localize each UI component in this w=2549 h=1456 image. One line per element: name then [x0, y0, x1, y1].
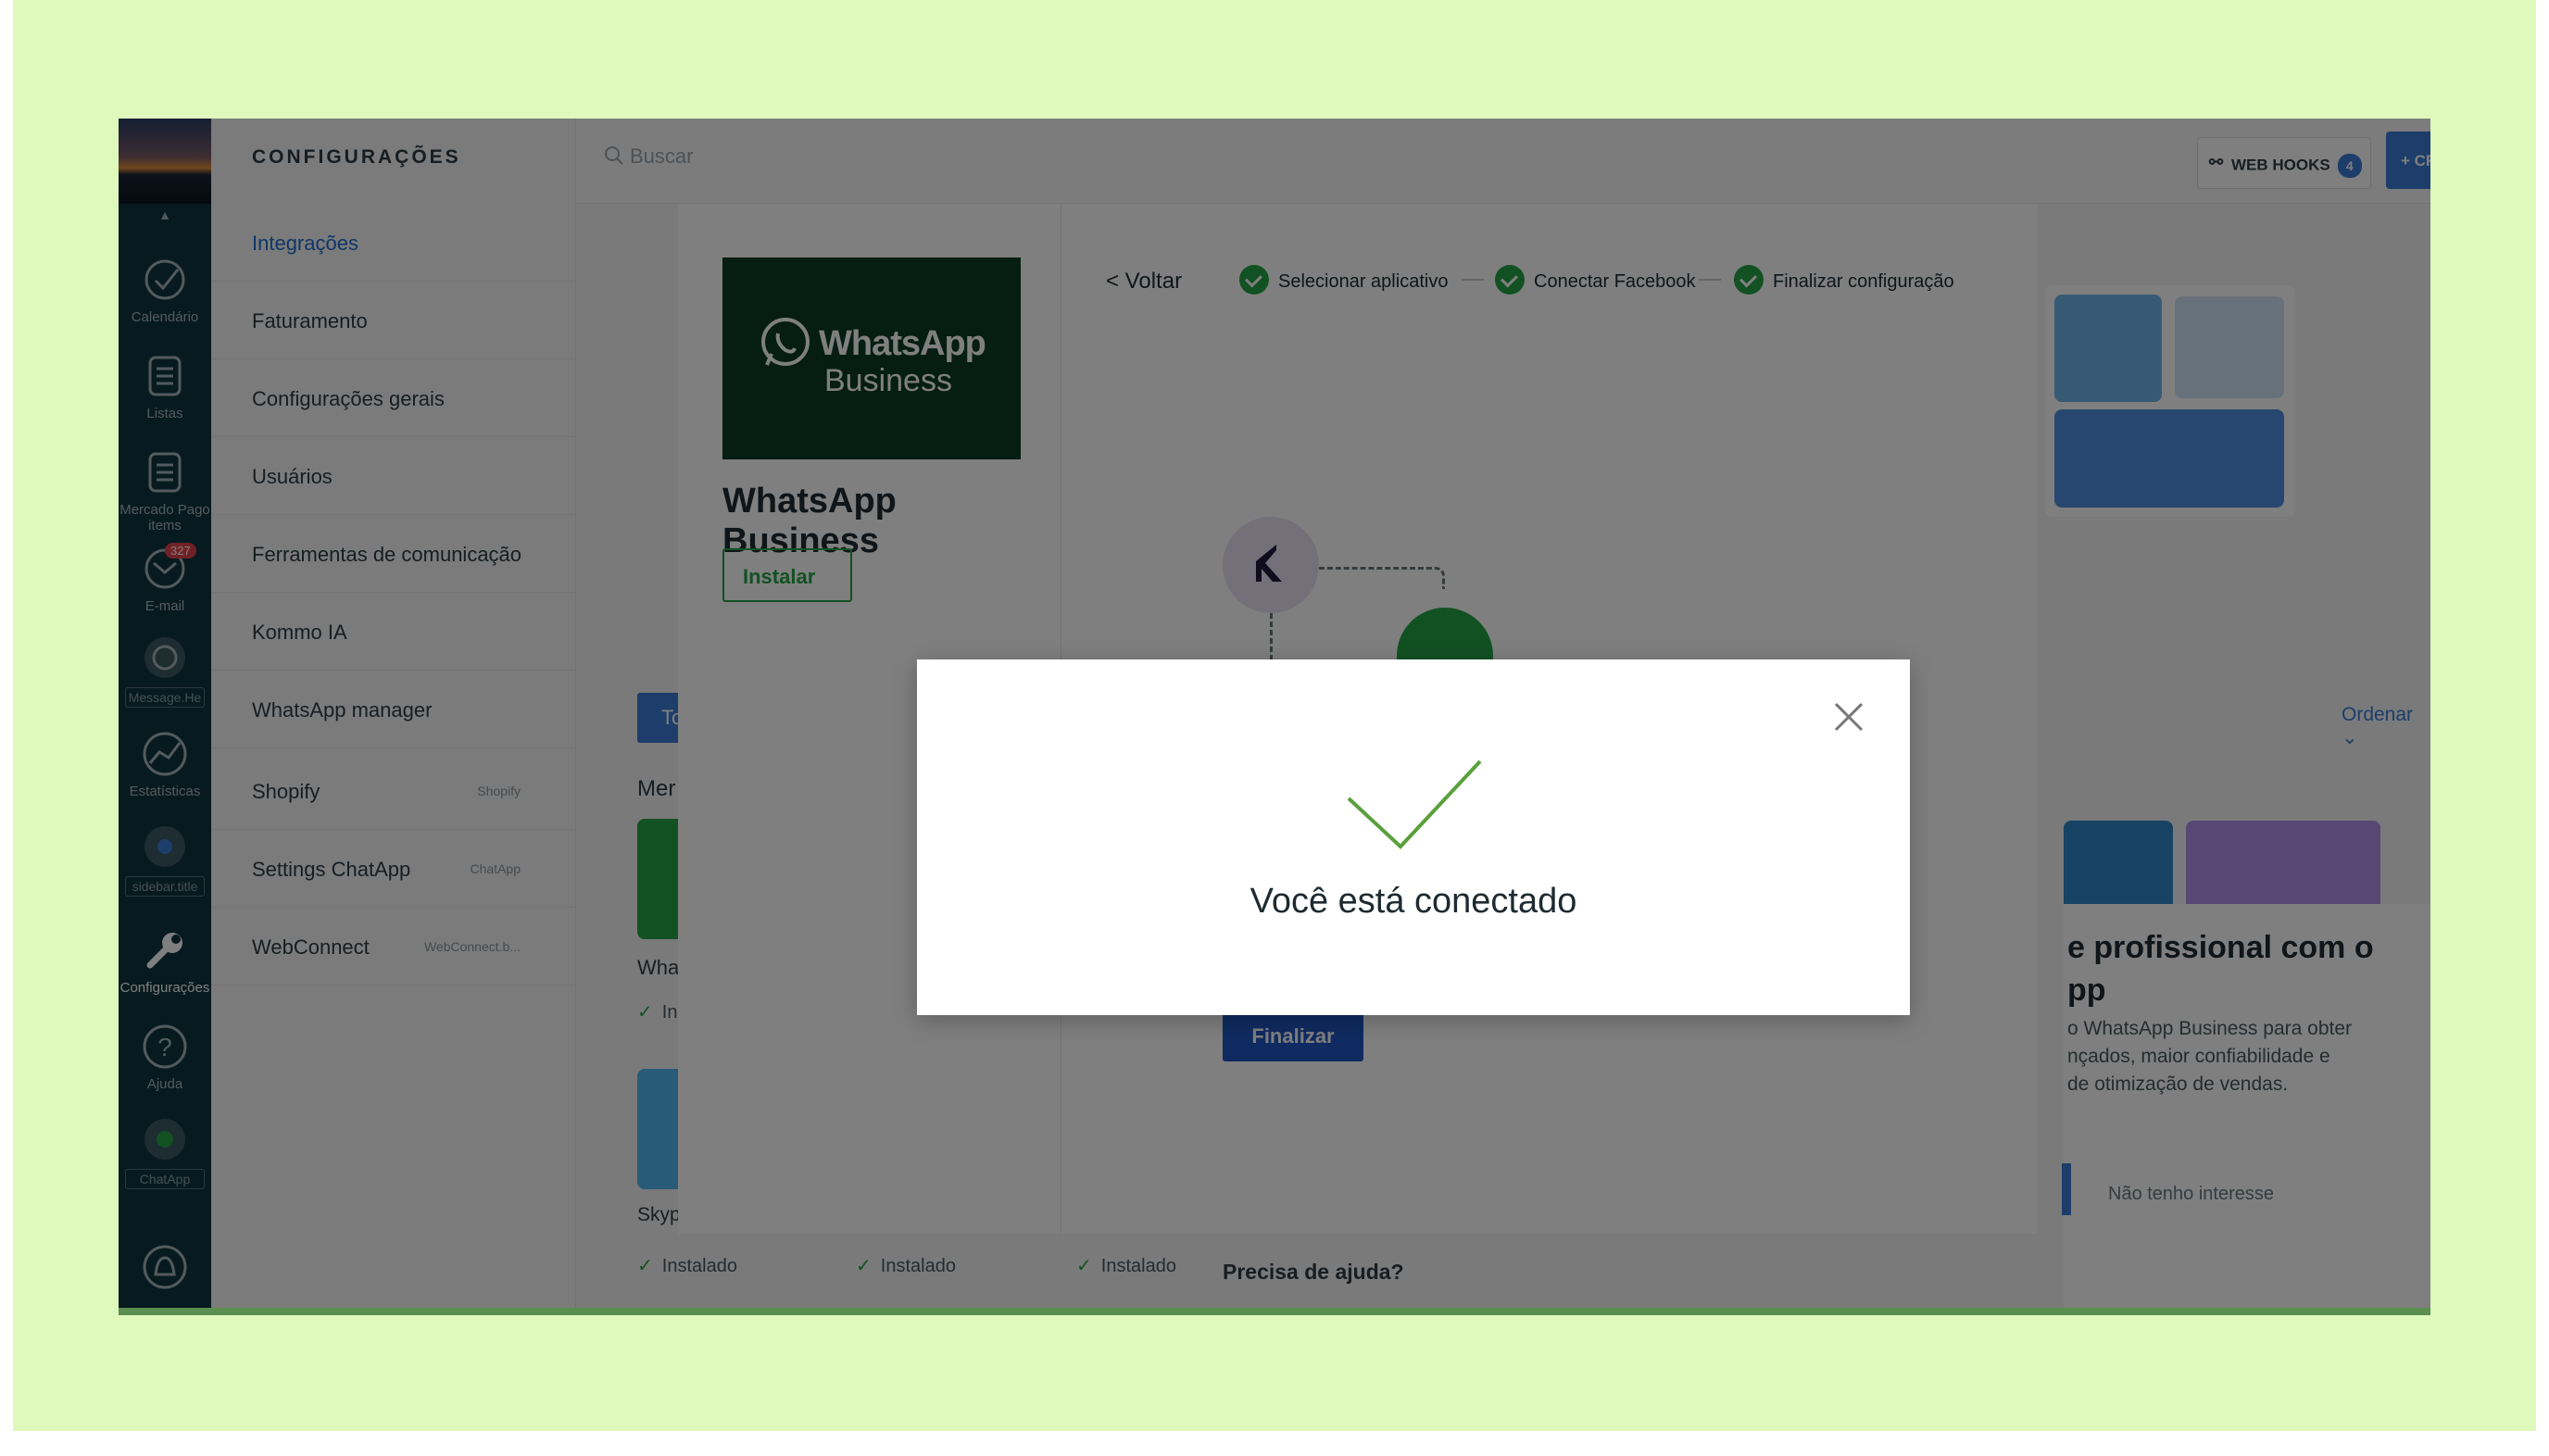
success-message: Você está conectado — [1249, 882, 1577, 921]
bottom-bar — [119, 1308, 2430, 1315]
app-screenshot: ▲ Calendário Listas Mercado Pago items 3… — [119, 119, 2430, 1315]
success-check-icon — [1347, 759, 1482, 849]
success-dialog: Você está conectado — [917, 659, 1910, 1015]
close-icon[interactable] — [1830, 698, 1867, 735]
